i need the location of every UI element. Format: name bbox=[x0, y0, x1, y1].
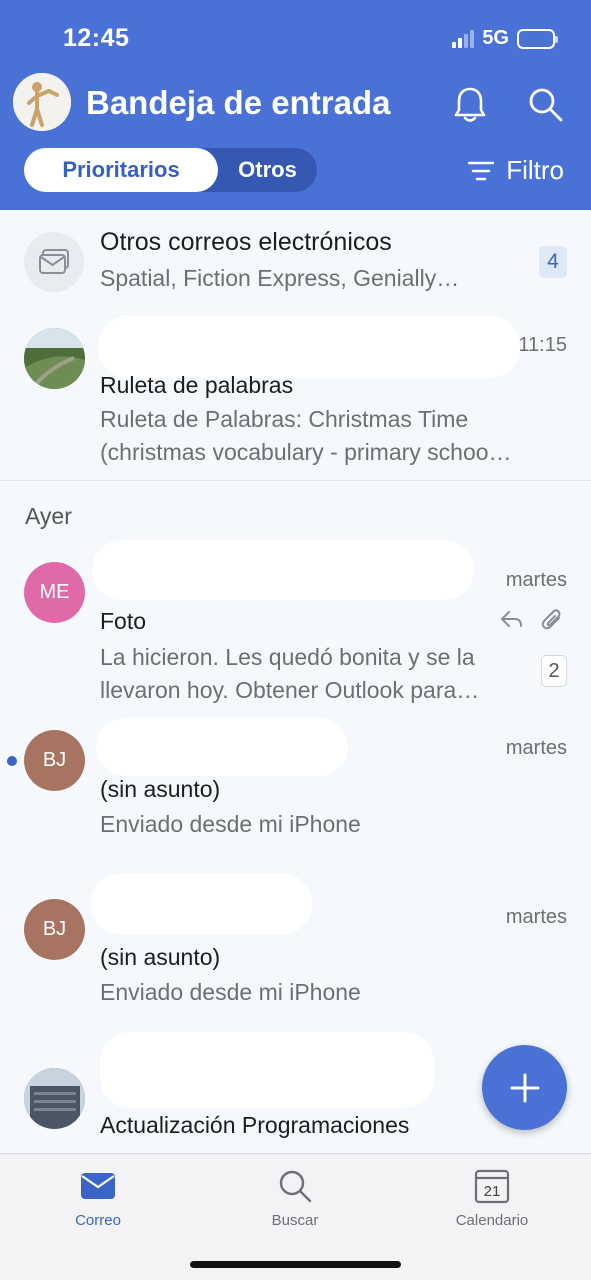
unread-indicator bbox=[7, 756, 17, 766]
page-title: Bandeja de entrada bbox=[86, 84, 391, 121]
compose-button[interactable] bbox=[482, 1045, 567, 1130]
plus-icon bbox=[510, 1073, 539, 1102]
message-preview: Enviado desde mi iPhone bbox=[100, 811, 361, 837]
filter-button[interactable]: Filtro bbox=[468, 155, 564, 186]
reply-icon bbox=[501, 611, 522, 627]
filter-label: Filtro bbox=[506, 155, 564, 185]
other-mail-senders: Spatial, Fiction Express, Genially… bbox=[100, 265, 460, 291]
message-preview: La hicieron. Les quedó bonita y se la ll… bbox=[100, 644, 480, 703]
message-subject: Actualización Programaciones bbox=[100, 1112, 410, 1138]
signal-icon bbox=[452, 29, 475, 48]
stacked-mail-icon bbox=[24, 232, 84, 292]
message-row[interactable]: BJ martes (sin asunto) Enviado desde mi … bbox=[0, 716, 591, 876]
tab-otros[interactable]: Otros bbox=[218, 148, 317, 192]
message-time: martes bbox=[505, 906, 567, 928]
other-mail-row[interactable]: Otros correos electrónicos Spatial, Fict… bbox=[0, 212, 591, 310]
status-indicators: 5G bbox=[452, 27, 558, 50]
message-preview: Ruleta de Palabras: Christmas Time (chri… bbox=[100, 406, 512, 465]
message-subject: Foto bbox=[100, 608, 147, 634]
tab-correo[interactable]: Correo bbox=[38, 1166, 158, 1229]
tab-label: Correo bbox=[75, 1212, 121, 1229]
search-icon bbox=[529, 88, 563, 122]
sender-photo-avatar bbox=[24, 328, 85, 389]
redacted-sender bbox=[100, 1032, 434, 1108]
search-button[interactable] bbox=[525, 84, 565, 124]
redacted-sender bbox=[92, 540, 474, 600]
home-indicator bbox=[190, 1261, 401, 1268]
tab-calendario[interactable]: 21 Calendario bbox=[432, 1166, 552, 1229]
status-time: 12:45 bbox=[63, 24, 130, 52]
sender-initials-avatar: ME bbox=[24, 562, 85, 623]
sender-photo-avatar bbox=[24, 1068, 85, 1129]
message-subject: (sin asunto) bbox=[100, 944, 221, 970]
divider bbox=[0, 480, 591, 481]
tab-prioritarios[interactable]: Prioritarios bbox=[24, 148, 218, 192]
network-label: 5G bbox=[482, 27, 509, 49]
other-mail-count-badge: 4 bbox=[539, 246, 567, 278]
message-row[interactable]: BJ martes (sin asunto) Enviado desde mi … bbox=[0, 872, 591, 1032]
other-mail-title: Otros correos electrónicos bbox=[100, 228, 392, 256]
redacted-sender bbox=[98, 316, 520, 378]
notifications-button[interactable] bbox=[450, 84, 490, 124]
mannequin-avatar-icon bbox=[13, 73, 71, 131]
message-time: martes bbox=[505, 569, 567, 591]
message-time: 11:15 bbox=[518, 334, 567, 356]
thread-count-badge: 2 bbox=[541, 655, 567, 687]
sender-initials-avatar: BJ bbox=[24, 899, 85, 960]
calendar-day: 21 bbox=[483, 1183, 501, 1200]
redacted-sender bbox=[90, 874, 312, 934]
message-row[interactable]: 11:15 Ruleta de palabras Ruleta de Palab… bbox=[0, 312, 591, 480]
app-header: 12:45 5G Bandeja de entrada Prioritarios… bbox=[0, 0, 591, 210]
sender-initials-avatar: BJ bbox=[24, 730, 85, 791]
tab-label: Calendario bbox=[455, 1212, 529, 1229]
message-subject: Ruleta de palabras bbox=[100, 372, 294, 398]
message-time: martes bbox=[505, 737, 567, 759]
battery-icon bbox=[517, 28, 558, 49]
message-preview: Enviado desde mi iPhone bbox=[100, 979, 361, 1005]
paperclip-icon bbox=[541, 609, 561, 630]
message-row[interactable]: ME martes Foto La hicieron. Les quedó bo… bbox=[0, 538, 591, 710]
filter-icon bbox=[468, 161, 495, 180]
tab-label: Buscar bbox=[271, 1212, 319, 1229]
search-icon bbox=[279, 1170, 312, 1203]
inbox-segmented-control: Prioritarios Otros bbox=[24, 148, 317, 192]
message-subject: (sin asunto) bbox=[100, 776, 221, 802]
bell-icon bbox=[454, 87, 486, 122]
mail-icon bbox=[81, 1173, 115, 1199]
account-avatar[interactable] bbox=[13, 73, 71, 131]
tab-buscar[interactable]: Buscar bbox=[235, 1166, 355, 1229]
section-header-ayer: Ayer bbox=[25, 503, 72, 529]
redacted-sender bbox=[96, 718, 348, 776]
